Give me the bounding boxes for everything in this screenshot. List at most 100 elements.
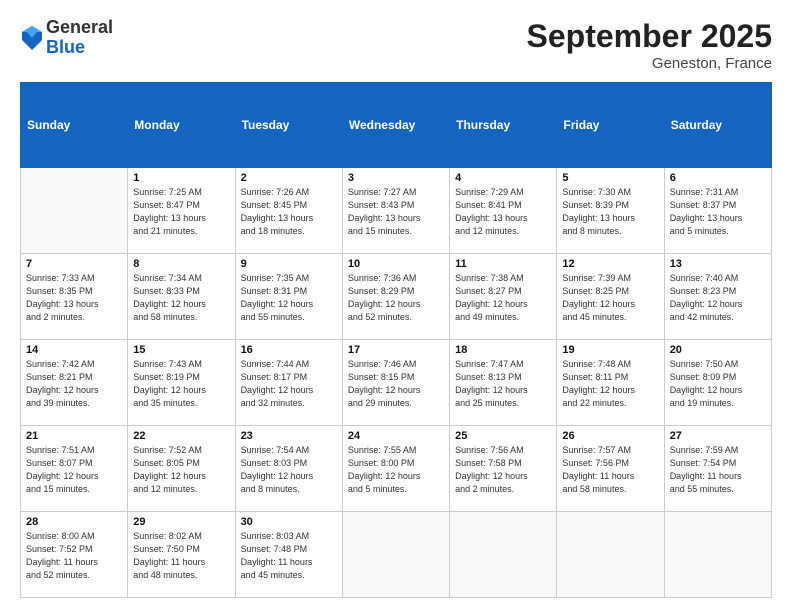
weekday-header-row: Sunday Monday Tuesday Wednesday Thursday… xyxy=(21,83,772,168)
day-number: 14 xyxy=(26,344,122,356)
day-info: Sunrise: 7:57 AM Sunset: 7:56 PM Dayligh… xyxy=(562,444,658,496)
calendar-week-row: 14 Sunrise: 7:42 AM Sunset: 8:21 PM Dayli… xyxy=(21,340,772,426)
day-number: 6 xyxy=(670,172,766,184)
day-number: 2 xyxy=(241,172,337,184)
table-row: 29 Sunrise: 8:02 AM Sunset: 7:50 PM Dayli… xyxy=(128,512,235,598)
day-info: Sunrise: 7:39 AM Sunset: 8:25 PM Dayligh… xyxy=(562,272,658,324)
day-number: 30 xyxy=(241,516,337,528)
day-info: Sunrise: 7:33 AM Sunset: 8:35 PM Dayligh… xyxy=(26,272,122,324)
table-row xyxy=(21,168,128,254)
day-info: Sunrise: 7:30 AM Sunset: 8:39 PM Dayligh… xyxy=(562,186,658,238)
day-number: 23 xyxy=(241,430,337,442)
day-number: 7 xyxy=(26,258,122,270)
day-info: Sunrise: 7:51 AM Sunset: 8:07 PM Dayligh… xyxy=(26,444,122,496)
day-info: Sunrise: 7:27 AM Sunset: 8:43 PM Dayligh… xyxy=(348,186,444,238)
table-row: 27 Sunrise: 7:59 AM Sunset: 7:54 PM Dayli… xyxy=(664,426,771,512)
day-info: Sunrise: 7:50 AM Sunset: 8:09 PM Dayligh… xyxy=(670,358,766,410)
table-row: 7 Sunrise: 7:33 AM Sunset: 8:35 PM Daylig… xyxy=(21,254,128,340)
header-sunday: Sunday xyxy=(21,83,128,168)
header-wednesday: Wednesday xyxy=(342,83,449,168)
day-info: Sunrise: 7:44 AM Sunset: 8:17 PM Dayligh… xyxy=(241,358,337,410)
title-block: September 2025 Geneston, France xyxy=(527,18,772,72)
day-number: 20 xyxy=(670,344,766,356)
table-row: 20 Sunrise: 7:50 AM Sunset: 8:09 PM Dayli… xyxy=(664,340,771,426)
day-number: 21 xyxy=(26,430,122,442)
table-row: 5 Sunrise: 7:30 AM Sunset: 8:39 PM Daylig… xyxy=(557,168,664,254)
day-number: 9 xyxy=(241,258,337,270)
table-row: 12Sunrise: 7:39 AM Sunset: 8:25 PM Dayli… xyxy=(557,254,664,340)
day-info: Sunrise: 7:47 AM Sunset: 8:13 PM Dayligh… xyxy=(455,358,551,410)
day-info: Sunrise: 8:02 AM Sunset: 7:50 PM Dayligh… xyxy=(133,530,229,582)
day-info: Sunrise: 7:56 AM Sunset: 7:58 PM Dayligh… xyxy=(455,444,551,496)
day-number: 13 xyxy=(670,258,766,270)
day-number: 27 xyxy=(670,430,766,442)
day-number: 22 xyxy=(133,430,229,442)
table-row: 9 Sunrise: 7:35 AM Sunset: 8:31 PM Daylig… xyxy=(235,254,342,340)
day-number: 11 xyxy=(455,258,551,270)
day-info: Sunrise: 7:43 AM Sunset: 8:19 PM Dayligh… xyxy=(133,358,229,410)
day-number: 8 xyxy=(133,258,229,270)
calendar-week-row: 28Sunrise: 8:00 AM Sunset: 7:52 PM Dayli… xyxy=(21,512,772,598)
day-number: 5 xyxy=(562,172,658,184)
logo-text: General Blue xyxy=(46,18,113,58)
day-info: Sunrise: 7:52 AM Sunset: 8:05 PM Dayligh… xyxy=(133,444,229,496)
logo-blue-text: Blue xyxy=(46,38,113,58)
day-info: Sunrise: 7:59 AM Sunset: 7:54 PM Dayligh… xyxy=(670,444,766,496)
day-number: 19 xyxy=(562,344,658,356)
day-info: Sunrise: 7:46 AM Sunset: 8:15 PM Dayligh… xyxy=(348,358,444,410)
day-number: 26 xyxy=(562,430,658,442)
day-info: Sunrise: 8:00 AM Sunset: 7:52 PM Dayligh… xyxy=(26,530,122,582)
day-number: 17 xyxy=(348,344,444,356)
logo-general-text: General xyxy=(46,18,113,38)
table-row xyxy=(664,512,771,598)
day-info: Sunrise: 7:35 AM Sunset: 8:31 PM Dayligh… xyxy=(241,272,337,324)
header-monday: Monday xyxy=(128,83,235,168)
day-info: Sunrise: 7:26 AM Sunset: 8:45 PM Dayligh… xyxy=(241,186,337,238)
table-row: 1Sunrise: 7:25 AM Sunset: 8:47 PM Daylig… xyxy=(128,168,235,254)
day-info: Sunrise: 7:34 AM Sunset: 8:33 PM Dayligh… xyxy=(133,272,229,324)
table-row: 19 Sunrise: 7:48 AM Sunset: 8:11 PM Dayli… xyxy=(557,340,664,426)
location: Geneston, France xyxy=(527,55,772,72)
day-number: 25 xyxy=(455,430,551,442)
logo: General Blue xyxy=(20,18,113,58)
table-row: 23 Sunrise: 7:54 AM Sunset: 8:03 PM Dayli… xyxy=(235,426,342,512)
table-row: 14 Sunrise: 7:42 AM Sunset: 8:21 PM Dayli… xyxy=(21,340,128,426)
logo-icon xyxy=(20,24,44,52)
calendar-week-row: 1Sunrise: 7:25 AM Sunset: 8:47 PM Daylig… xyxy=(21,168,772,254)
day-number: 24 xyxy=(348,430,444,442)
table-row: 11 Sunrise: 7:38 AM Sunset: 8:27 PM Dayli… xyxy=(450,254,557,340)
day-info: Sunrise: 7:40 AM Sunset: 8:23 PM Dayligh… xyxy=(670,272,766,324)
table-row: 24 Sunrise: 7:55 AM Sunset: 8:00 PM Dayli… xyxy=(342,426,449,512)
table-row: 28Sunrise: 8:00 AM Sunset: 7:52 PM Dayli… xyxy=(21,512,128,598)
day-info: Sunrise: 7:54 AM Sunset: 8:03 PM Dayligh… xyxy=(241,444,337,496)
table-row xyxy=(557,512,664,598)
table-row: 26 Sunrise: 7:57 AM Sunset: 7:56 PM Dayli… xyxy=(557,426,664,512)
day-info: Sunrise: 7:42 AM Sunset: 8:21 PM Dayligh… xyxy=(26,358,122,410)
calendar-table: Sunday Monday Tuesday Wednesday Thursday… xyxy=(20,82,772,598)
table-row: 22 Sunrise: 7:52 AM Sunset: 8:05 PM Dayli… xyxy=(128,426,235,512)
table-row: 17 Sunrise: 7:46 AM Sunset: 8:15 PM Dayli… xyxy=(342,340,449,426)
day-info: Sunrise: 7:29 AM Sunset: 8:41 PM Dayligh… xyxy=(455,186,551,238)
table-row: 18 Sunrise: 7:47 AM Sunset: 8:13 PM Dayli… xyxy=(450,340,557,426)
table-row: 8 Sunrise: 7:34 AM Sunset: 8:33 PM Daylig… xyxy=(128,254,235,340)
table-row xyxy=(342,512,449,598)
table-row: 6Sunrise: 7:31 AM Sunset: 8:37 PM Daylig… xyxy=(664,168,771,254)
day-number: 29 xyxy=(133,516,229,528)
day-info: Sunrise: 7:48 AM Sunset: 8:11 PM Dayligh… xyxy=(562,358,658,410)
month-title: September 2025 xyxy=(527,18,772,55)
day-info: Sunrise: 7:25 AM Sunset: 8:47 PM Dayligh… xyxy=(133,186,229,238)
day-info: Sunrise: 7:55 AM Sunset: 8:00 PM Dayligh… xyxy=(348,444,444,496)
header-saturday: Saturday xyxy=(664,83,771,168)
calendar-week-row: 21 Sunrise: 7:51 AM Sunset: 8:07 PM Dayli… xyxy=(21,426,772,512)
table-row: 3Sunrise: 7:27 AM Sunset: 8:43 PM Daylig… xyxy=(342,168,449,254)
table-row: 13 Sunrise: 7:40 AM Sunset: 8:23 PM Dayli… xyxy=(664,254,771,340)
calendar-week-row: 7 Sunrise: 7:33 AM Sunset: 8:35 PM Daylig… xyxy=(21,254,772,340)
day-number: 18 xyxy=(455,344,551,356)
table-row: 25 Sunrise: 7:56 AM Sunset: 7:58 PM Dayli… xyxy=(450,426,557,512)
day-info: Sunrise: 8:03 AM Sunset: 7:48 PM Dayligh… xyxy=(241,530,337,582)
table-row: 21 Sunrise: 7:51 AM Sunset: 8:07 PM Dayli… xyxy=(21,426,128,512)
table-row: 2 Sunrise: 7:26 AM Sunset: 8:45 PM Daylig… xyxy=(235,168,342,254)
header-tuesday: Tuesday xyxy=(235,83,342,168)
table-row: 30 Sunrise: 8:03 AM Sunset: 7:48 PM Dayli… xyxy=(235,512,342,598)
day-info: Sunrise: 7:38 AM Sunset: 8:27 PM Dayligh… xyxy=(455,272,551,324)
